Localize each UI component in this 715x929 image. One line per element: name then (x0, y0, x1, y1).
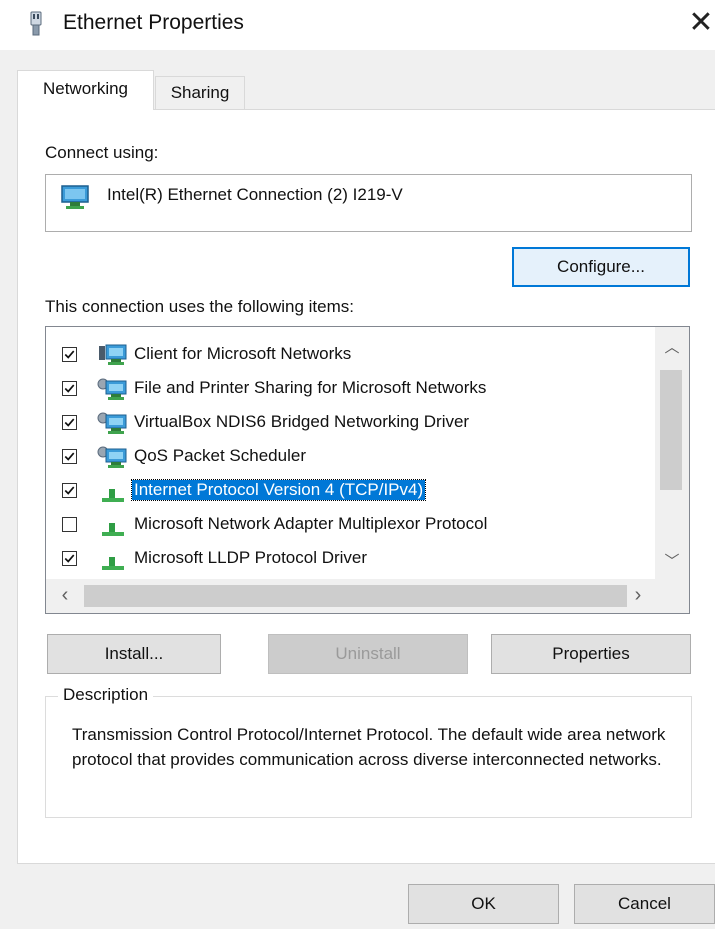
scroll-left-icon[interactable]: ‹ (50, 579, 80, 613)
item-label: Internet Protocol Version 4 (TCP/IPv4) (130, 479, 427, 501)
protocol-icon (97, 479, 129, 505)
tab-sharing[interactable]: Sharing (155, 76, 245, 110)
vertical-scrollbar[interactable]: ︿ ﹀ (655, 327, 689, 579)
cancel-label: Cancel (618, 894, 671, 913)
network-service-icon (97, 377, 129, 403)
horizontal-scrollbar[interactable]: ‹ › (46, 579, 689, 613)
horizontal-scroll-thumb[interactable] (84, 585, 627, 607)
item-checkbox[interactable] (62, 483, 77, 498)
item-label: File and Printer Sharing for Microsoft N… (134, 378, 487, 397)
properties-label: Properties (552, 644, 630, 663)
list-item[interactable]: Internet Protocol Version 4 (TCP/IPv4) (46, 475, 656, 509)
cancel-button[interactable]: Cancel (574, 884, 715, 924)
item-checkbox[interactable] (62, 347, 77, 362)
items-list[interactable]: Microsoft LLDP Protocol Driver Microsoft … (45, 326, 690, 614)
item-label: QoS Packet Scheduler (134, 446, 306, 465)
configure-label: Configure... (557, 257, 645, 276)
scroll-right-icon[interactable]: › (623, 579, 653, 613)
network-client-icon (97, 343, 129, 369)
close-icon: ✕ (688, 6, 714, 39)
network-adapter-icon (61, 185, 89, 209)
adapter-name: Intel(R) Ethernet Connection (2) I219-V (107, 185, 403, 204)
list-item[interactable]: Microsoft Network Adapter Multiplexor Pr… (46, 509, 656, 543)
description-text: Transmission Control Protocol/Internet P… (72, 725, 666, 769)
scroll-down-icon[interactable]: ﹀ (655, 547, 689, 577)
uninstall-button: Uninstall (268, 634, 468, 674)
list-item[interactable]: QoS Packet Scheduler (46, 441, 656, 475)
vertical-scroll-thumb[interactable] (660, 370, 682, 490)
description-title: Description (58, 685, 154, 705)
list-item[interactable]: File and Printer Sharing for Microsoft N… (46, 373, 656, 407)
item-label: Microsoft Network Adapter Multiplexor Pr… (134, 514, 488, 533)
ok-label: OK (471, 894, 496, 913)
list-item[interactable]: Client for Microsoft Networks (46, 339, 656, 373)
item-checkbox[interactable] (62, 517, 77, 532)
ethernet-icon (30, 11, 42, 36)
scroll-up-icon[interactable]: ︿ (655, 333, 689, 363)
uninstall-label: Uninstall (335, 644, 401, 663)
install-button[interactable]: Install... (47, 634, 221, 674)
list-item[interactable]: VirtualBox NDIS6 Bridged Networking Driv… (46, 407, 656, 441)
configure-button[interactable]: Configure... (512, 247, 690, 287)
items-label: This connection uses the following items… (45, 297, 354, 316)
install-label: Install... (104, 644, 164, 663)
scrollbar-corner (655, 579, 689, 613)
item-label: Client for Microsoft Networks (134, 344, 352, 363)
ok-button[interactable]: OK (408, 884, 559, 924)
item-checkbox[interactable] (62, 449, 77, 464)
network-service-icon (97, 411, 129, 437)
item-checkbox[interactable] (62, 551, 77, 566)
window-title: Ethernet Properties (63, 11, 244, 34)
item-checkbox[interactable] (62, 381, 77, 396)
connect-using-label: Connect using: (45, 143, 159, 162)
close-button[interactable]: ✕ (688, 6, 714, 40)
item-label: Microsoft LLDP Protocol Driver (134, 548, 368, 567)
list-item[interactable]: Microsoft LLDP Protocol Driver (46, 543, 656, 577)
properties-button[interactable]: Properties (491, 634, 691, 674)
item-label: VirtualBox NDIS6 Bridged Networking Driv… (134, 412, 470, 431)
network-service-icon (97, 445, 129, 471)
protocol-icon (97, 513, 129, 539)
protocol-icon (97, 547, 129, 573)
tab-networking[interactable]: Networking (17, 70, 154, 110)
item-checkbox[interactable] (62, 415, 77, 430)
